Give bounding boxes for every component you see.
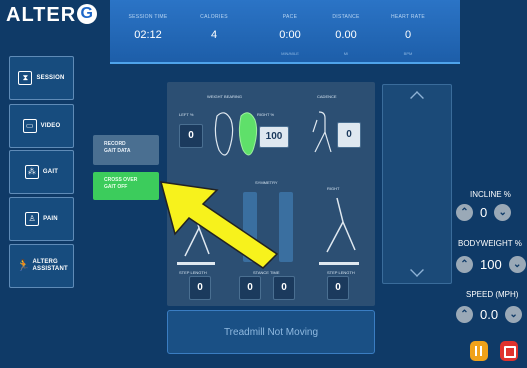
right-foot-icon [238, 112, 258, 156]
menu-alterg-assistant-button[interactable]: 🏃 ALTERG ASSISTANT [9, 244, 74, 288]
walking-person-icon [312, 111, 332, 153]
menu-session-button[interactable]: ⧗ SESSION [9, 56, 74, 100]
bodyweight-control: ⌃ 100 ⌄ [456, 256, 526, 273]
scroll-up-chevron-icon[interactable] [410, 91, 424, 105]
menu-pain-button[interactable]: ♙ PAIN [9, 197, 74, 241]
weight-bearing-label: WEIGHT BEARING [207, 94, 243, 99]
bodyweight-down-button[interactable]: ⌄ [508, 256, 526, 273]
stat-distance: DISTANCE 0.00 MI [332, 14, 360, 56]
footprint-icon: ⁂ [24, 165, 39, 179]
scroll-panel[interactable] [382, 84, 452, 284]
monitor-icon: ▭ [22, 119, 37, 133]
hourglass-icon: ⧗ [18, 71, 33, 85]
left-percent-label: LEFT % [179, 112, 194, 117]
right-floor-line [319, 262, 359, 265]
stat-session-time: SESSION TIME 02:12 [128, 14, 168, 41]
feet-weight-diagram [214, 111, 332, 156]
cadence-label: CADENCE [317, 94, 337, 99]
stop-button[interactable] [500, 341, 518, 361]
record-gait-data-button[interactable]: RECORD GAIT DATA [93, 135, 159, 165]
session-stats-bar: SESSION TIME 02:12 CALORIES 4 PACE 0:00 MIN/… [110, 0, 460, 64]
speed-down-button[interactable]: ⌄ [505, 306, 523, 323]
pause-button[interactable] [470, 341, 488, 361]
menu-gait-button[interactable]: ⁂ GAIT [9, 150, 74, 194]
pause-icon [475, 346, 477, 356]
step-length-right-value: 0 [327, 276, 349, 300]
scroll-down-chevron-icon[interactable] [410, 263, 424, 277]
right-leg-diagram [326, 197, 356, 253]
treadmill-status-text: Treadmill Not Moving [223, 327, 319, 338]
bodyweight-value: 100 [480, 257, 502, 272]
runner-icon: 🏃 [16, 260, 31, 272]
incline-value: 0 [480, 205, 488, 220]
menu-video-button[interactable]: ▭ VIDEO [9, 104, 74, 148]
bodyweight-up-button[interactable]: ⌃ [456, 256, 473, 273]
stance-time-right-value: 0 [273, 276, 295, 300]
left-percent-value: 0 [179, 124, 203, 148]
crossover-gait-toggle-button[interactable]: CROSS OVER GAIT OFF [93, 172, 159, 200]
incline-down-button[interactable]: ⌄ [494, 204, 512, 221]
person-icon: ♙ [25, 212, 40, 226]
incline-up-button[interactable]: ⌃ [456, 204, 473, 221]
speed-value: 0.0 [480, 307, 499, 322]
pause-icon-bar [480, 346, 482, 356]
speed-label: SPEED (MPH) [466, 290, 519, 299]
step-length-right-label: STEP LENGTH [327, 270, 355, 275]
bodyweight-label: BODYWEIGHT % [458, 239, 522, 248]
stat-calories: CALORIES 4 [200, 14, 228, 41]
incline-control: ⌃ 0 ⌄ [456, 204, 512, 221]
speed-control: ⌃ 0.0 ⌄ [456, 306, 523, 323]
stat-pace: PACE 0:00 MIN/MILE [279, 14, 301, 56]
alterg-logo: ALTER G [6, 4, 98, 27]
step-length-left-value: 0 [189, 276, 211, 300]
stat-heart-rate: HEART RATE 0 BPM [390, 14, 426, 56]
speed-up-button[interactable]: ⌃ [456, 306, 473, 323]
yellow-arrow-annotation [159, 181, 279, 269]
stop-icon [504, 346, 516, 358]
treadmill-status-box: Treadmill Not Moving [167, 310, 375, 354]
right-side-label: RIGHT [327, 186, 340, 191]
incline-label: INCLINE % [470, 190, 511, 199]
left-foot-icon [214, 112, 234, 156]
stance-time-left-value: 0 [239, 276, 261, 300]
